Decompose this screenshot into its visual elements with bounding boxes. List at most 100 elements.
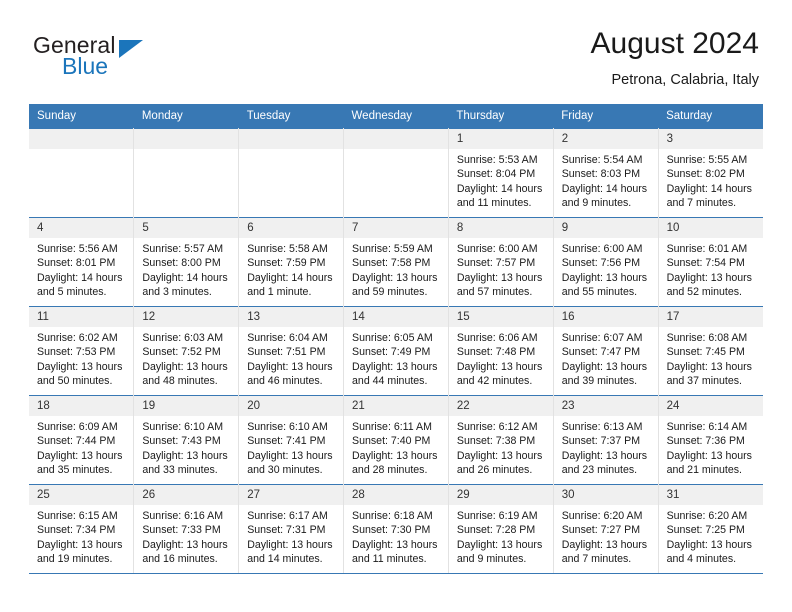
sunset-text: Sunset: 8:02 PM	[666, 168, 745, 181]
day-details: Sunrise: 5:54 AM Sunset: 8:03 PM Daylight:…	[554, 149, 658, 211]
calendar-day-cell[interactable]: 2 Sunrise: 5:54 AM Sunset: 8:03 PM Daylight…	[553, 128, 659, 218]
calendar-day-cell[interactable]: 5 Sunrise: 5:57 AM Sunset: 8:00 PM Daylight…	[133, 217, 240, 307]
calendar-day-cell[interactable]: 1 Sunrise: 5:53 AM Sunset: 8:04 PM Daylight…	[448, 128, 554, 218]
weekday-header-thursday: Thursday	[448, 104, 554, 129]
page-header: General Blue August 2024 Petrona, Calabr…	[0, 0, 792, 104]
calendar-day-cell[interactable]: 9 Sunrise: 6:00 AM Sunset: 7:56 PM Daylight…	[553, 217, 659, 307]
daylight-text-line2: and 21 minutes.	[666, 464, 742, 477]
daylight-text-line2: and 46 minutes.	[247, 375, 323, 388]
calendar-day-cell[interactable]: 12 Sunrise: 6:03 AM Sunset: 7:52 PM Dayligh…	[133, 306, 240, 396]
daylight-text-line1: Daylight: 13 hours	[142, 538, 228, 551]
day-details: Sunrise: 6:00 AM Sunset: 7:57 PM Daylight:…	[449, 238, 553, 300]
calendar-day-cell-empty	[29, 128, 135, 218]
general-blue-logo[interactable]: General Blue	[33, 32, 253, 88]
calendar-day-cell[interactable]: 26 Sunrise: 6:16 AM Sunset: 7:33 PM Dayligh…	[133, 484, 240, 574]
sunrise-text: Sunrise: 5:53 AM	[456, 154, 538, 166]
sunrise-text: Sunrise: 6:13 AM	[561, 421, 643, 433]
sunrise-text: Sunrise: 6:09 AM	[37, 421, 118, 433]
day-number: 24	[658, 396, 763, 416]
sunrise-text: Sunrise: 6:17 AM	[247, 510, 328, 522]
day-number: 9	[553, 218, 658, 238]
calendar-day-cell[interactable]: 28 Sunrise: 6:18 AM Sunset: 7:30 PM Dayligh…	[343, 484, 449, 574]
calendar-day-cell[interactable]: 4 Sunrise: 5:56 AM Sunset: 8:01 PM Daylight…	[29, 217, 135, 307]
calendar-day-cell[interactable]: 30 Sunrise: 6:20 AM Sunset: 7:27 PM Dayligh…	[553, 484, 659, 574]
day-details: Sunrise: 6:01 AM Sunset: 7:54 PM Daylight:…	[659, 238, 763, 300]
calendar-day-cell[interactable]: 8 Sunrise: 6:00 AM Sunset: 7:57 PM Daylight…	[448, 217, 554, 307]
calendar-day-cell[interactable]: 23 Sunrise: 6:13 AM Sunset: 7:37 PM Dayligh…	[553, 395, 659, 485]
sunset-text: Sunset: 7:25 PM	[666, 524, 745, 537]
day-number: 1	[448, 129, 553, 149]
calendar-day-cell[interactable]: 7 Sunrise: 5:59 AM Sunset: 7:58 PM Daylight…	[343, 217, 449, 307]
sunset-text: Sunset: 7:37 PM	[561, 435, 641, 448]
weekday-header-sunday: Sunday	[29, 104, 134, 129]
sunrise-text: Sunrise: 6:05 AM	[352, 332, 433, 344]
sunset-text: Sunset: 8:00 PM	[142, 257, 221, 270]
day-details: Sunrise: 6:20 AM Sunset: 7:27 PM Daylight:…	[554, 505, 658, 567]
sunset-text: Sunset: 7:28 PM	[456, 524, 536, 537]
daylight-text-line2: and 39 minutes.	[561, 375, 638, 388]
calendar-day-cell[interactable]: 20 Sunrise: 6:10 AM Sunset: 7:41 PM Dayligh…	[238, 395, 345, 485]
sunrise-text: Sunrise: 5:56 AM	[37, 243, 118, 255]
sunset-text: Sunset: 7:34 PM	[37, 524, 116, 537]
day-details: Sunrise: 6:02 AM Sunset: 7:53 PM Daylight:…	[29, 327, 133, 389]
calendar-week-row: 4 Sunrise: 5:56 AM Sunset: 8:01 PM Daylight…	[29, 217, 763, 307]
calendar-day-cell[interactable]: 6 Sunrise: 5:58 AM Sunset: 7:59 PM Daylight…	[238, 217, 345, 307]
daylight-text-line2: and 37 minutes.	[666, 375, 742, 388]
day-details: Sunrise: 6:10 AM Sunset: 7:41 PM Daylight:…	[239, 416, 343, 478]
calendar-day-cell[interactable]: 15 Sunrise: 6:06 AM Sunset: 7:48 PM Dayligh…	[448, 306, 554, 396]
day-details: Sunrise: 6:03 AM Sunset: 7:52 PM Daylight:…	[134, 327, 238, 389]
day-number: 5	[134, 218, 239, 238]
sunset-text: Sunset: 7:43 PM	[142, 435, 221, 448]
calendar-grid: Sunday Monday Tuesday Wednesday Thursday…	[29, 104, 763, 574]
sunset-text: Sunset: 7:54 PM	[666, 257, 745, 270]
daylight-text-line1: Daylight: 13 hours	[142, 360, 228, 373]
sunrise-text: Sunrise: 6:08 AM	[666, 332, 748, 344]
day-details: Sunrise: 6:18 AM Sunset: 7:30 PM Daylight:…	[344, 505, 448, 567]
daylight-text-line1: Daylight: 14 hours	[37, 271, 123, 284]
calendar-day-cell[interactable]: 3 Sunrise: 5:55 AM Sunset: 8:02 PM Daylight…	[658, 128, 763, 218]
calendar-day-cell[interactable]: 25 Sunrise: 6:15 AM Sunset: 7:34 PM Dayligh…	[29, 484, 135, 574]
day-details: Sunrise: 5:55 AM Sunset: 8:02 PM Daylight:…	[659, 149, 763, 211]
day-number: 16	[553, 307, 658, 327]
daylight-text-line2: and 23 minutes.	[561, 464, 638, 477]
calendar-day-cell[interactable]: 24 Sunrise: 6:14 AM Sunset: 7:36 PM Dayligh…	[658, 395, 763, 485]
calendar-day-cell[interactable]: 21 Sunrise: 6:11 AM Sunset: 7:40 PM Dayligh…	[343, 395, 449, 485]
calendar-day-cell[interactable]: 11 Sunrise: 6:02 AM Sunset: 7:53 PM Dayligh…	[29, 306, 135, 396]
calendar-day-cell[interactable]: 16 Sunrise: 6:07 AM Sunset: 7:47 PM Dayligh…	[553, 306, 659, 396]
sunrise-text: Sunrise: 6:20 AM	[561, 510, 643, 522]
calendar-day-cell[interactable]: 19 Sunrise: 6:10 AM Sunset: 7:43 PM Dayligh…	[133, 395, 240, 485]
sunset-text: Sunset: 7:36 PM	[666, 435, 745, 448]
calendar-day-cell[interactable]: 27 Sunrise: 6:17 AM Sunset: 7:31 PM Dayligh…	[238, 484, 345, 574]
sunrise-text: Sunrise: 6:14 AM	[666, 421, 748, 433]
daylight-text-line1: Daylight: 13 hours	[142, 449, 228, 462]
daylight-text-line2: and 57 minutes.	[456, 286, 533, 299]
calendar-day-cell[interactable]: 14 Sunrise: 6:05 AM Sunset: 7:49 PM Dayligh…	[343, 306, 449, 396]
daylight-text-line2: and 42 minutes.	[456, 375, 533, 388]
daylight-text-line2: and 16 minutes.	[142, 553, 218, 566]
day-number: 4	[29, 218, 134, 238]
daylight-text-line2: and 19 minutes.	[37, 553, 113, 566]
day-number: 20	[239, 396, 344, 416]
calendar-day-cell[interactable]: 29 Sunrise: 6:19 AM Sunset: 7:28 PM Dayligh…	[448, 484, 554, 574]
sunset-text: Sunset: 7:59 PM	[247, 257, 326, 270]
calendar-day-cell[interactable]: 17 Sunrise: 6:08 AM Sunset: 7:45 PM Dayligh…	[658, 306, 763, 396]
calendar-day-cell[interactable]: 13 Sunrise: 6:04 AM Sunset: 7:51 PM Dayligh…	[238, 306, 345, 396]
daylight-text-line1: Daylight: 13 hours	[37, 538, 123, 551]
day-details: Sunrise: 6:15 AM Sunset: 7:34 PM Daylight:…	[29, 505, 133, 567]
day-number: 6	[239, 218, 344, 238]
day-details: Sunrise: 6:13 AM Sunset: 7:37 PM Daylight:…	[554, 416, 658, 478]
sunrise-text: Sunrise: 6:12 AM	[456, 421, 538, 433]
day-number: 12	[134, 307, 239, 327]
sunrise-text: Sunrise: 6:11 AM	[352, 421, 432, 433]
calendar-day-cell[interactable]: 22 Sunrise: 6:12 AM Sunset: 7:38 PM Dayligh…	[448, 395, 554, 485]
sunset-text: Sunset: 7:58 PM	[352, 257, 431, 270]
calendar-day-cell[interactable]: 18 Sunrise: 6:09 AM Sunset: 7:44 PM Dayligh…	[29, 395, 135, 485]
calendar-day-cell[interactable]: 10 Sunrise: 6:01 AM Sunset: 7:54 PM Dayligh…	[658, 217, 763, 307]
page-subtitle: Petrona, Calabria, Italy	[611, 72, 760, 88]
day-number: 27	[239, 485, 344, 505]
daylight-text-line1: Daylight: 13 hours	[666, 360, 752, 373]
calendar-day-cell[interactable]: 31 Sunrise: 6:20 AM Sunset: 7:25 PM Dayligh…	[658, 484, 763, 574]
day-details: Sunrise: 6:12 AM Sunset: 7:38 PM Daylight:…	[449, 416, 553, 478]
day-details: Sunrise: 5:57 AM Sunset: 8:00 PM Daylight:…	[134, 238, 238, 300]
day-number: 14	[344, 307, 448, 327]
